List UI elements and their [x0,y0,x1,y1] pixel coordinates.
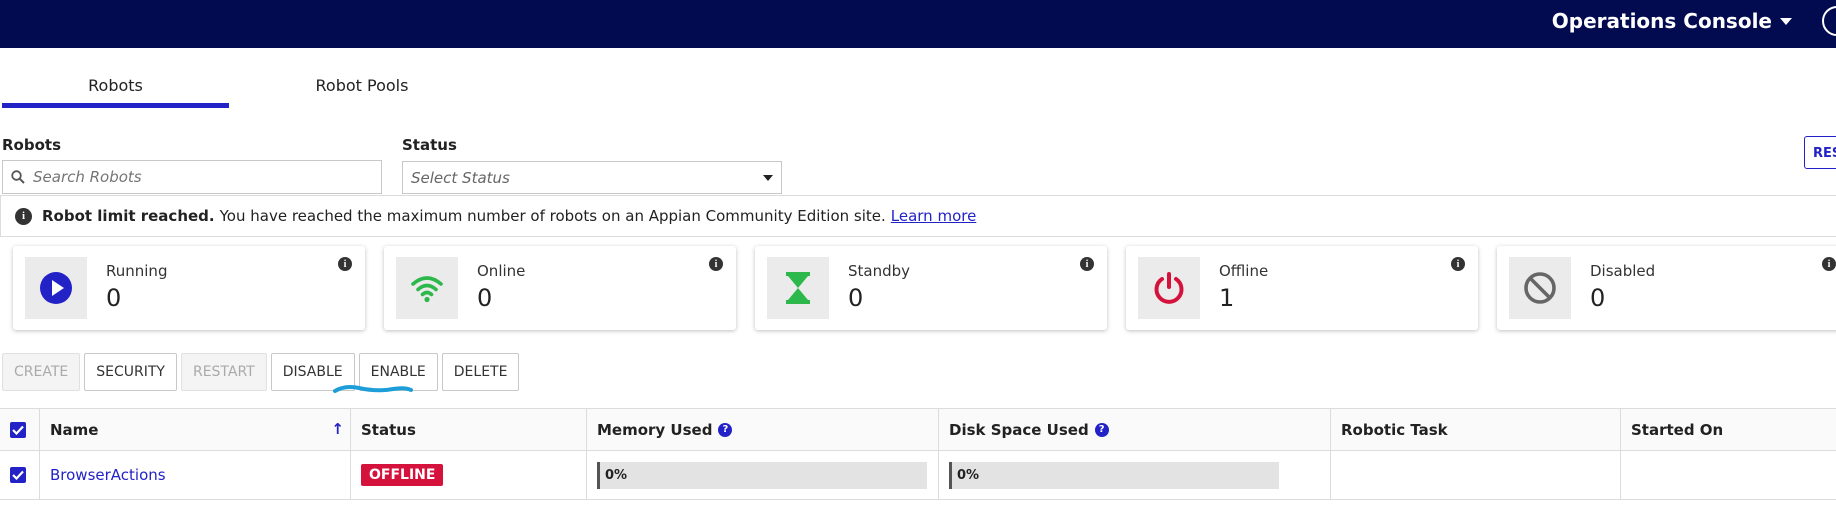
status-badge: OFFLINE [361,464,444,486]
robot-status-cell: OFFLINE [351,451,587,499]
header-started-on[interactable]: Started On [1621,409,1836,450]
robots-filter-label: Robots [2,136,61,154]
stat-card-standby[interactable]: Standby 0 i [755,246,1107,330]
header-disk[interactable]: Disk Space Used ? [939,409,1331,450]
search-box[interactable] [2,160,382,194]
ban-icon [1524,272,1556,304]
info-icon[interactable]: i [709,257,723,271]
info-icon[interactable]: i [1822,257,1836,271]
row-select-cell [0,451,40,499]
robot-name-cell: BrowserActions [40,451,351,499]
row-checkbox[interactable] [10,467,26,483]
tab-robot-pools[interactable]: Robot Pools [262,70,462,108]
header-memory-label: Memory Used [597,420,713,439]
info-icon[interactable]: i [1080,257,1094,271]
highlight-annotation [333,385,413,393]
stat-count: 0 [106,284,122,312]
security-button[interactable]: SECURITY [84,353,177,391]
info-icon[interactable]: i [1451,257,1465,271]
help-icon[interactable]: ? [1094,422,1109,437]
robot-limit-banner: i Robot limit reached. You have reached … [0,195,1836,237]
disk-usage-bar: 0% [949,461,1279,489]
stat-label: Running [106,262,168,280]
memory-cell: 0% [587,451,939,499]
search-input[interactable] [33,168,353,186]
select-all-checkbox[interactable] [10,421,26,438]
stat-count: 0 [1590,284,1606,312]
console-menu[interactable]: Operations Console [1552,9,1792,33]
create-button[interactable]: CREATE [2,353,81,391]
header-memory[interactable]: Memory Used ? [587,409,939,450]
stat-label: Offline [1219,262,1269,280]
stat-icon-box [25,257,87,319]
info-icon: i [15,207,32,225]
header-disk-label: Disk Space Used [949,420,1089,439]
status-select-value: Select Status [411,168,510,187]
header-name-label: Name [50,420,99,439]
table-row[interactable]: BrowserActions OFFLINE 0% 0% [0,450,1836,500]
avatar[interactable] [1822,6,1836,36]
stat-card-offline[interactable]: Offline 1 i [1126,246,1478,330]
hourglass-icon [786,272,810,304]
stat-icon-box [1138,257,1200,319]
stat-icon-box [396,257,458,319]
status-select[interactable]: Select Status [402,161,782,194]
restart-button[interactable]: RESTART [180,353,267,391]
help-icon[interactable]: ? [718,422,733,437]
info-icon[interactable]: i [338,257,352,271]
header-name[interactable]: Name ↑ [40,409,351,450]
stat-count: 1 [1219,284,1235,312]
started-on-cell [1621,451,1836,499]
tab-robots[interactable]: Robots [2,70,229,108]
header-status[interactable]: Status [351,409,587,450]
memory-usage-bar: 0% [597,461,927,489]
robot-name-link[interactable]: BrowserActions [50,466,166,484]
reset-button[interactable]: RES [1804,136,1836,169]
sort-arrow-up-icon[interactable]: ↑ [331,420,344,438]
power-icon [1154,272,1184,304]
banner-text: You have reached the maximum number of r… [219,207,886,225]
chevron-down-icon [763,174,773,181]
table-header-row: Name ↑ Status Memory Used ? Disk Space U… [0,408,1836,450]
chevron-down-icon [1780,17,1792,25]
header-robotic-task[interactable]: Robotic Task [1331,409,1621,450]
play-icon [40,272,72,304]
stat-label: Online [477,262,526,280]
stat-count: 0 [848,284,864,312]
stat-card-disabled[interactable]: Disabled 0 i [1497,246,1836,330]
top-bar: Operations Console [0,0,1836,48]
stat-label: Disabled [1590,262,1656,280]
stat-label: Standby [848,262,911,280]
select-all-cell [0,409,40,450]
search-icon [11,170,25,184]
tab-bar: Robots Robot Pools [0,70,500,108]
stat-icon-box [767,257,829,319]
disk-cell: 0% [939,451,1331,499]
stat-count: 0 [477,284,493,312]
delete-button[interactable]: DELETE [441,353,520,391]
wifi-icon [411,276,443,303]
banner-title: Robot limit reached. [42,207,215,225]
checkmark-icon [12,470,24,480]
learn-more-link[interactable]: Learn more [891,207,977,225]
checkmark-icon [12,425,24,435]
action-toolbar: CREATE SECURITY RESTART DISABLE ENABLE D… [2,353,520,391]
stat-icon-box [1509,257,1571,319]
stat-card-online[interactable]: Online 0 i [384,246,736,330]
stat-card-running[interactable]: Running 0 i [13,246,365,330]
console-title: Operations Console [1551,9,1772,33]
status-filter-label: Status [402,136,457,154]
robotic-task-cell [1331,451,1621,499]
